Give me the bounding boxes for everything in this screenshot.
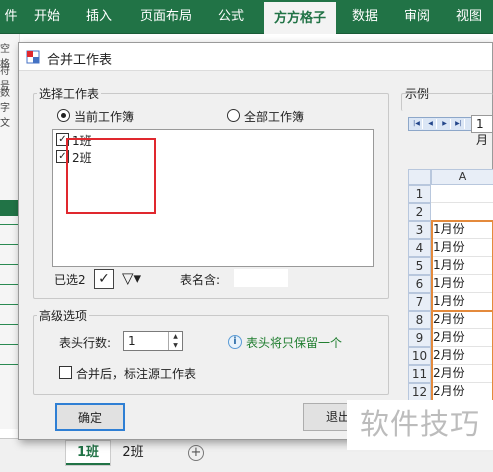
grid-corner	[408, 169, 431, 185]
example-cell	[431, 203, 493, 221]
dialog-titlebar: 合并工作表	[19, 43, 492, 71]
selected-count: 已选2	[54, 273, 86, 287]
select-all-button[interactable]: ✓	[94, 269, 114, 289]
example-row-number: 5	[408, 257, 431, 275]
mark-source-label: 合并后，标注源工作表	[76, 367, 197, 381]
radio-current-workbook[interactable]	[57, 109, 70, 122]
sheet-tab-2[interactable]: 2班	[114, 441, 152, 465]
watermark-text: 软件技巧	[347, 400, 493, 450]
example-row-number: 4	[408, 239, 431, 257]
merge-sheets-dialog: 合并工作表 选择工作表 当前工作簿 全部工作簿 ✓ 1班 ✓ 2班 已选2 ✓ …	[18, 42, 493, 441]
example-row-number: 2	[408, 203, 431, 221]
sheet-tab-1[interactable]: 1班	[66, 441, 110, 465]
example-row-number: 11	[408, 365, 431, 383]
example-row-number: 7	[408, 293, 431, 311]
ribbon-tab-data[interactable]: 数据	[344, 0, 386, 34]
radio-all-label: 全部工作簿	[244, 110, 305, 124]
filter-icon[interactable]: ▽▾	[122, 269, 141, 287]
advanced-options-legend: 高级选项	[37, 307, 90, 324]
table-name-label: 表名含:	[180, 273, 221, 287]
header-rows-value[interactable]: 1	[128, 334, 136, 348]
app-icon	[26, 50, 40, 64]
example-cell	[431, 185, 493, 203]
selected-cell-marker	[0, 200, 20, 216]
advanced-options-group	[33, 315, 389, 395]
ribbon-tab-insert[interactable]: 插入	[78, 0, 120, 34]
example-row-number: 6	[408, 275, 431, 293]
example-row-number: 9	[408, 329, 431, 347]
column-header-a: A	[431, 169, 493, 185]
list-status-bar: 已选2 ✓ ▽▾ 表名含:	[52, 267, 374, 291]
add-sheet-icon[interactable]: +	[188, 445, 204, 461]
ribbon-tab-page-layout[interactable]: 页面布局	[132, 0, 200, 34]
header-rows-label: 表头行数:	[59, 336, 112, 350]
example-row-number: 8	[408, 311, 431, 329]
left-fragment-3: 数字	[0, 88, 10, 114]
nav-next-icon: ▶	[439, 119, 451, 129]
nav-first-icon: |◀	[411, 119, 423, 129]
nav-prev-icon: ◀	[425, 119, 437, 129]
orange-group-box-1	[431, 220, 493, 312]
annotation-red-box	[66, 138, 156, 214]
ribbon-tab-file[interactable]: 件	[0, 0, 22, 34]
dialog-title: 合并工作表	[47, 53, 113, 68]
confirm-button[interactable]: 确定	[55, 403, 125, 431]
info-text: 表头将只保留一个	[246, 336, 343, 350]
example-row-number: 1	[408, 185, 431, 203]
stepper-down-icon[interactable]: ▼	[168, 341, 182, 350]
mark-source-checkbox[interactable]	[59, 366, 72, 379]
nav-last-icon: ▶|	[453, 119, 465, 129]
ribbon-tab-fangfang[interactable]: 方方格子	[264, 0, 336, 35]
example-row-number: 10	[408, 347, 431, 365]
ribbon-tab-review[interactable]: 审阅	[396, 0, 438, 34]
left-fragment-4: 文	[0, 118, 10, 129]
example-row-number: 3	[408, 221, 431, 239]
ribbon-tab-formulas[interactable]: 公式	[210, 0, 252, 34]
header-rows-stepper[interactable]: 1 ▲ ▼	[123, 331, 183, 351]
ribbon: 件 开始 插入 页面布局 公式 方方格子 数据 审阅 视图	[0, 0, 493, 35]
radio-current-label: 当前工作簿	[74, 110, 135, 124]
table-name-input[interactable]	[234, 269, 288, 287]
select-sheets-legend: 选择工作表	[37, 85, 102, 102]
example-sheet-tab: 1月	[471, 115, 493, 147]
left-ribbon-strip: 空格 符号 数字 文	[0, 34, 20, 429]
example-row-number: 12	[408, 383, 431, 401]
radio-all-workbooks[interactable]	[227, 109, 240, 122]
example-group	[401, 93, 493, 111]
ribbon-tab-home[interactable]: 开始	[26, 0, 68, 34]
ribbon-tab-view[interactable]: 视图	[448, 0, 490, 34]
info-icon: i	[228, 335, 242, 349]
stepper-up-icon[interactable]: ▲	[168, 332, 182, 341]
